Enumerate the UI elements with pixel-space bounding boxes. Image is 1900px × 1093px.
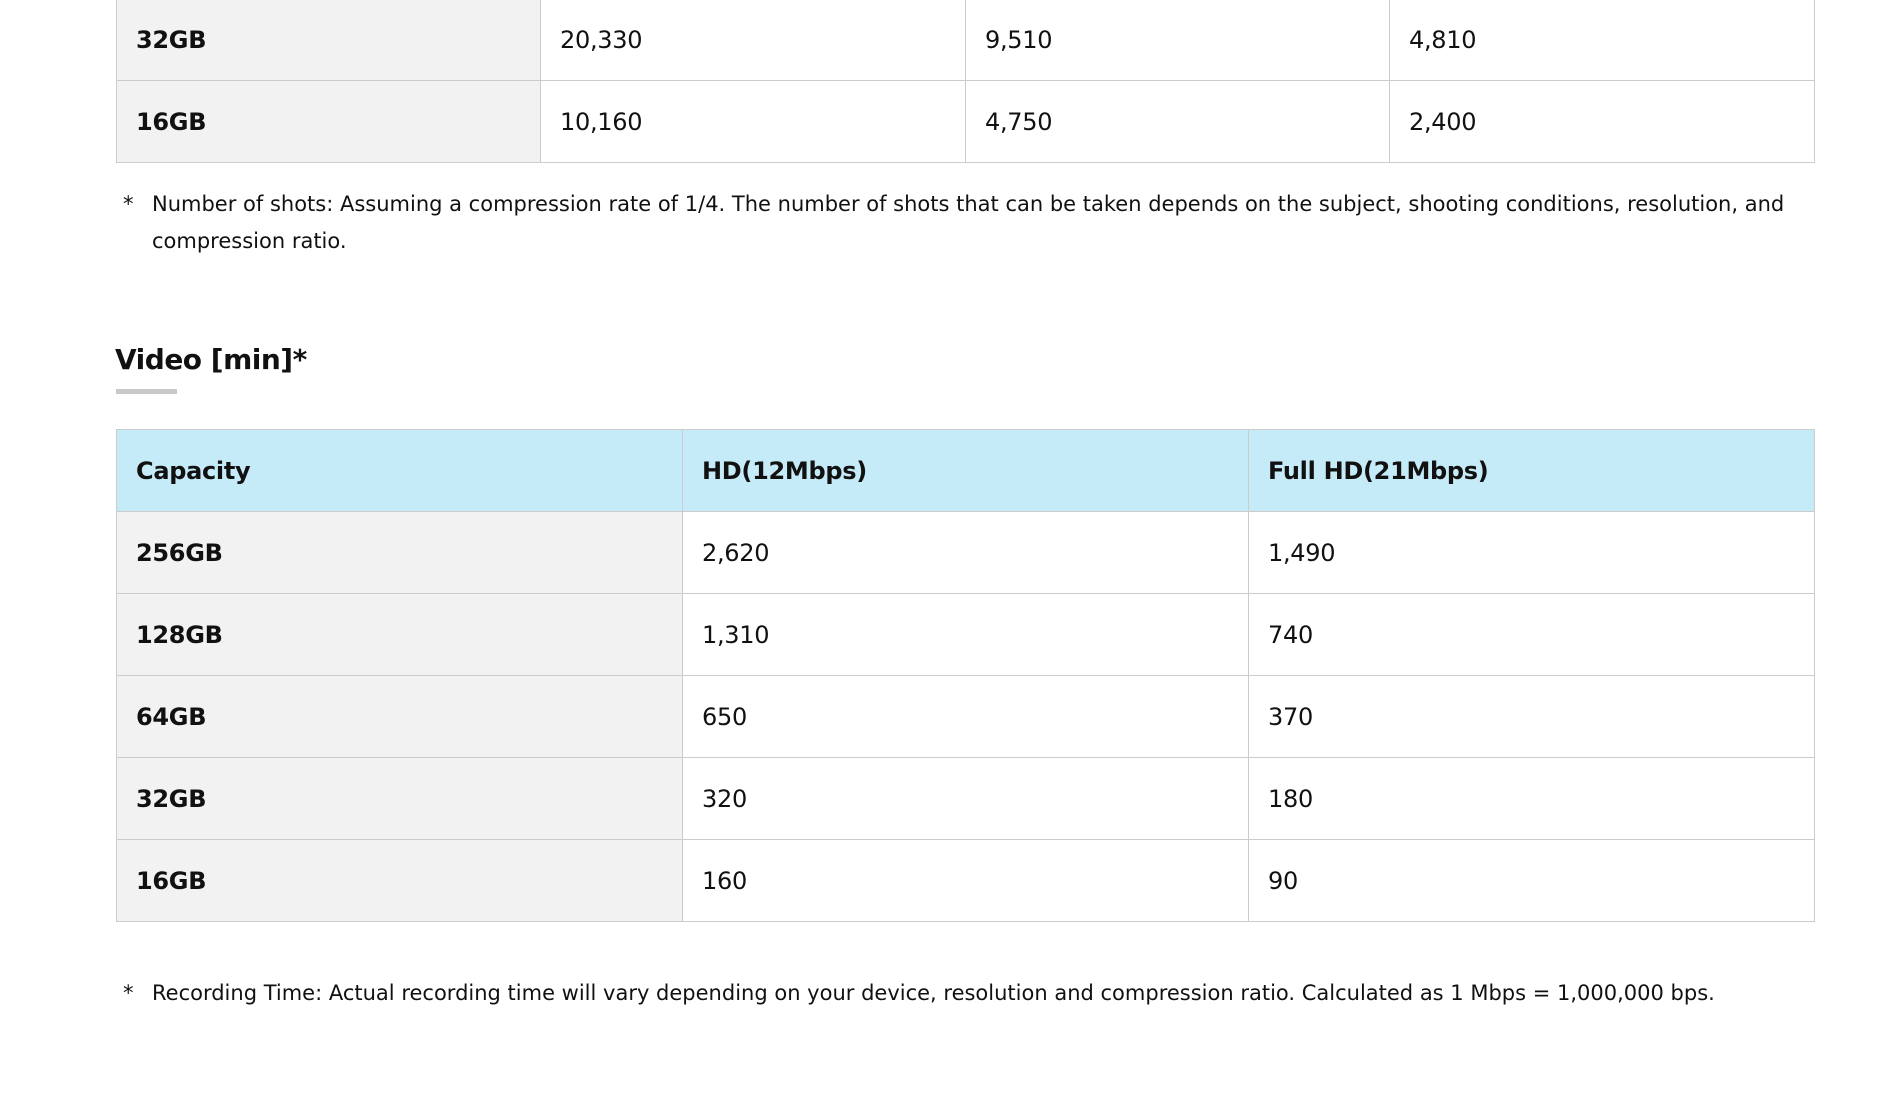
footnote-text: Recording Time: Actual recording time wi… — [152, 981, 1715, 1005]
video-time-table: Capacity HD(12Mbps) Full HD(21Mbps) 256G… — [116, 429, 1815, 922]
value-cell: 10,160 — [540, 80, 966, 163]
section-title: Video [min]* — [115, 343, 307, 376]
value-cell: 160 — [682, 839, 1249, 922]
footnote-marker: * — [123, 981, 134, 1005]
value-cell: 180 — [1248, 757, 1815, 840]
value-cell: 650 — [682, 675, 1249, 758]
title-underline — [116, 389, 177, 394]
value-cell: 740 — [1248, 593, 1815, 676]
footnote-marker: * — [123, 192, 134, 216]
table-row: 256GB 2,620 1,490 — [116, 511, 1815, 594]
value-cell: 4,810 — [1389, 0, 1815, 81]
value-cell: 90 — [1248, 839, 1815, 922]
capacity-cell: 16GB — [116, 80, 541, 163]
photo-footnote: * Number of shots: Assuming a compressio… — [116, 186, 1814, 260]
column-header: Full HD(21Mbps) — [1248, 429, 1815, 512]
capacity-cell: 32GB — [116, 757, 683, 840]
photo-shots-table: 32GB 20,330 9,510 4,810 16GB 10,160 4,75… — [116, 0, 1815, 163]
column-header: Capacity — [116, 429, 683, 512]
value-cell: 4,750 — [965, 80, 1390, 163]
table-row: 16GB 10,160 4,750 2,400 — [116, 80, 1815, 163]
value-cell: 2,400 — [1389, 80, 1815, 163]
table-row: 32GB 20,330 9,510 4,810 — [116, 0, 1815, 81]
table-row: 16GB 160 90 — [116, 839, 1815, 922]
capacity-cell: 16GB — [116, 839, 683, 922]
capacity-cell: 128GB — [116, 593, 683, 676]
value-cell: 1,490 — [1248, 511, 1815, 594]
footnote-text: Number of shots: Assuming a compression … — [152, 192, 1785, 253]
value-cell: 320 — [682, 757, 1249, 840]
value-cell: 1,310 — [682, 593, 1249, 676]
column-header: HD(12Mbps) — [682, 429, 1249, 512]
table-header-row: Capacity HD(12Mbps) Full HD(21Mbps) — [116, 429, 1815, 512]
video-footnote: * Recording Time: Actual recording time … — [116, 975, 1814, 1012]
value-cell: 9,510 — [965, 0, 1390, 81]
table-row: 64GB 650 370 — [116, 675, 1815, 758]
capacity-cell: 64GB — [116, 675, 683, 758]
value-cell: 2,620 — [682, 511, 1249, 594]
value-cell: 370 — [1248, 675, 1815, 758]
table-row: 32GB 320 180 — [116, 757, 1815, 840]
table-row: 128GB 1,310 740 — [116, 593, 1815, 676]
value-cell: 20,330 — [540, 0, 966, 81]
capacity-cell: 256GB — [116, 511, 683, 594]
capacity-cell: 32GB — [116, 0, 541, 81]
